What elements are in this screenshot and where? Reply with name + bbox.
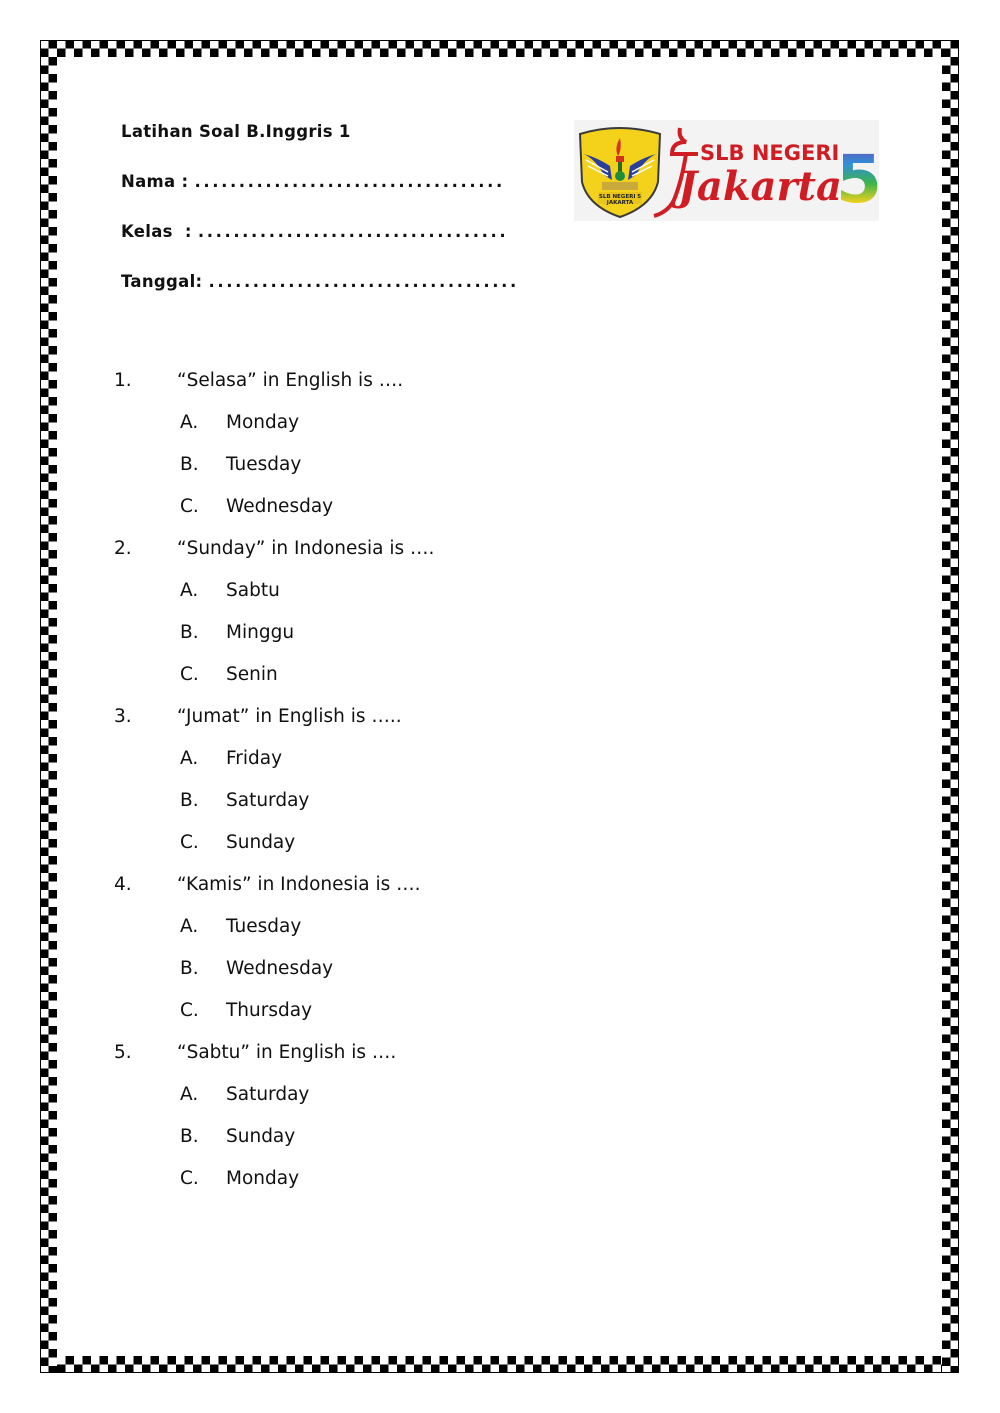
option-letter: B. xyxy=(180,1126,199,1147)
option-c[interactable]: C. Wednesday xyxy=(114,491,434,533)
option-text: Minggu xyxy=(226,622,295,643)
logo-line2: Jakarta xyxy=(671,163,842,210)
option-text: Thursday xyxy=(226,1000,313,1021)
date-field: Tanggal: ...............................… xyxy=(121,272,519,322)
option-text: Senin xyxy=(226,664,278,685)
option-text: Saturday xyxy=(226,1084,310,1105)
question-number: 3. xyxy=(114,706,132,727)
option-a[interactable]: A. Friday xyxy=(114,743,434,785)
border-right xyxy=(942,40,959,1373)
shield-text-line2: JAKARTA xyxy=(606,200,634,206)
option-text: Sunday xyxy=(226,832,296,853)
shield-emblem-icon: SLB NEGERI 5 JAKARTA xyxy=(578,127,662,219)
option-text: Sabtu xyxy=(226,580,280,601)
logo-number: 5 xyxy=(836,141,879,218)
worksheet-header: Latihan Soal B.Inggris 1 Nama : ........… xyxy=(121,122,519,322)
question-number: 5. xyxy=(114,1042,132,1063)
option-letter: A. xyxy=(180,1084,199,1105)
option-letter: A. xyxy=(180,580,199,601)
option-letter: C. xyxy=(180,1000,199,1021)
option-a[interactable]: A. Tuesday xyxy=(114,911,434,953)
option-letter: C. xyxy=(180,832,199,853)
question-text: “Kamis” in Indonesia is …. xyxy=(177,874,421,895)
border-bottom xyxy=(40,1356,959,1373)
option-c[interactable]: C. Senin xyxy=(114,659,434,701)
logo-line1: SLB NEGERI xyxy=(700,141,839,165)
date-blank: ................................... xyxy=(208,272,519,291)
option-text: Friday xyxy=(226,748,283,769)
option-letter: A. xyxy=(180,748,199,769)
option-a[interactable]: A. Monday xyxy=(114,407,434,449)
option-letter: B. xyxy=(180,958,199,979)
option-letter: B. xyxy=(180,790,199,811)
option-letter: C. xyxy=(180,664,199,685)
option-text: Tuesday xyxy=(226,916,302,937)
class-label: Kelas : xyxy=(121,222,192,241)
option-c[interactable]: C. Thursday xyxy=(114,995,434,1037)
name-label: Nama : xyxy=(121,172,189,191)
option-a[interactable]: A. Sabtu xyxy=(114,575,434,617)
option-c[interactable]: C. Monday xyxy=(114,1163,434,1205)
option-text: Saturday xyxy=(226,790,310,811)
question-text: “Selasa” in English is …. xyxy=(177,370,404,391)
question-text: “Sabtu” in English is …. xyxy=(177,1042,397,1063)
option-c[interactable]: C. Sunday xyxy=(114,827,434,869)
option-letter: B. xyxy=(180,454,199,475)
option-letter: C. xyxy=(180,1168,199,1189)
class-blank: ................................... xyxy=(197,222,509,241)
option-letter: B. xyxy=(180,622,199,643)
question-4: 4. “Kamis” in Indonesia is …. A. Tuesday B… xyxy=(114,869,434,1037)
option-letter: A. xyxy=(180,412,199,433)
worksheet-title: Latihan Soal B.Inggris 1 xyxy=(121,122,351,141)
question-3: 3. “Jumat” in English is ….. A. Friday B. S… xyxy=(114,701,434,869)
option-text: Wednesday xyxy=(226,496,334,517)
option-b[interactable]: B. Minggu xyxy=(114,617,434,659)
option-text: Sunday xyxy=(226,1126,296,1147)
option-letter: C. xyxy=(180,496,199,517)
option-text: Monday xyxy=(226,1168,300,1189)
question-list: 1. “Selasa” in English is …. A. Monday B. T… xyxy=(114,365,434,1205)
option-b[interactable]: B. Saturday xyxy=(114,785,434,827)
date-label: Tanggal: xyxy=(121,272,203,291)
question-5: 5. “Sabtu” in English is …. A. Saturday B.… xyxy=(114,1037,434,1205)
option-b[interactable]: B. Wednesday xyxy=(114,953,434,995)
option-text: Tuesday xyxy=(226,454,302,475)
school-logo: SLB NEGERI 5 JAKARTA SLB NEGERI Jakarta … xyxy=(574,120,879,221)
option-b[interactable]: B. Sunday xyxy=(114,1121,434,1163)
option-text: Monday xyxy=(226,412,300,433)
question-1: 1. “Selasa” in English is …. A. Monday B. T… xyxy=(114,365,434,533)
option-b[interactable]: B. Tuesday xyxy=(114,449,434,491)
class-field: Kelas : ................................… xyxy=(121,222,519,272)
option-a[interactable]: A. Saturday xyxy=(114,1079,434,1121)
question-number: 2. xyxy=(114,538,132,559)
question-number: 4. xyxy=(114,874,132,895)
option-letter: A. xyxy=(180,916,199,937)
name-field: Nama : .................................… xyxy=(121,172,519,222)
question-text: “Sunday” in Indonesia is …. xyxy=(177,538,435,559)
question-2: 2. “Sunday” in Indonesia is …. A. Sabtu B.… xyxy=(114,533,434,701)
question-text: “Jumat” in English is ….. xyxy=(177,706,402,727)
option-text: Wednesday xyxy=(226,958,334,979)
border-top xyxy=(40,40,959,57)
name-blank: ................................... xyxy=(194,172,505,191)
border-left xyxy=(40,40,57,1373)
question-number: 1. xyxy=(114,370,132,391)
